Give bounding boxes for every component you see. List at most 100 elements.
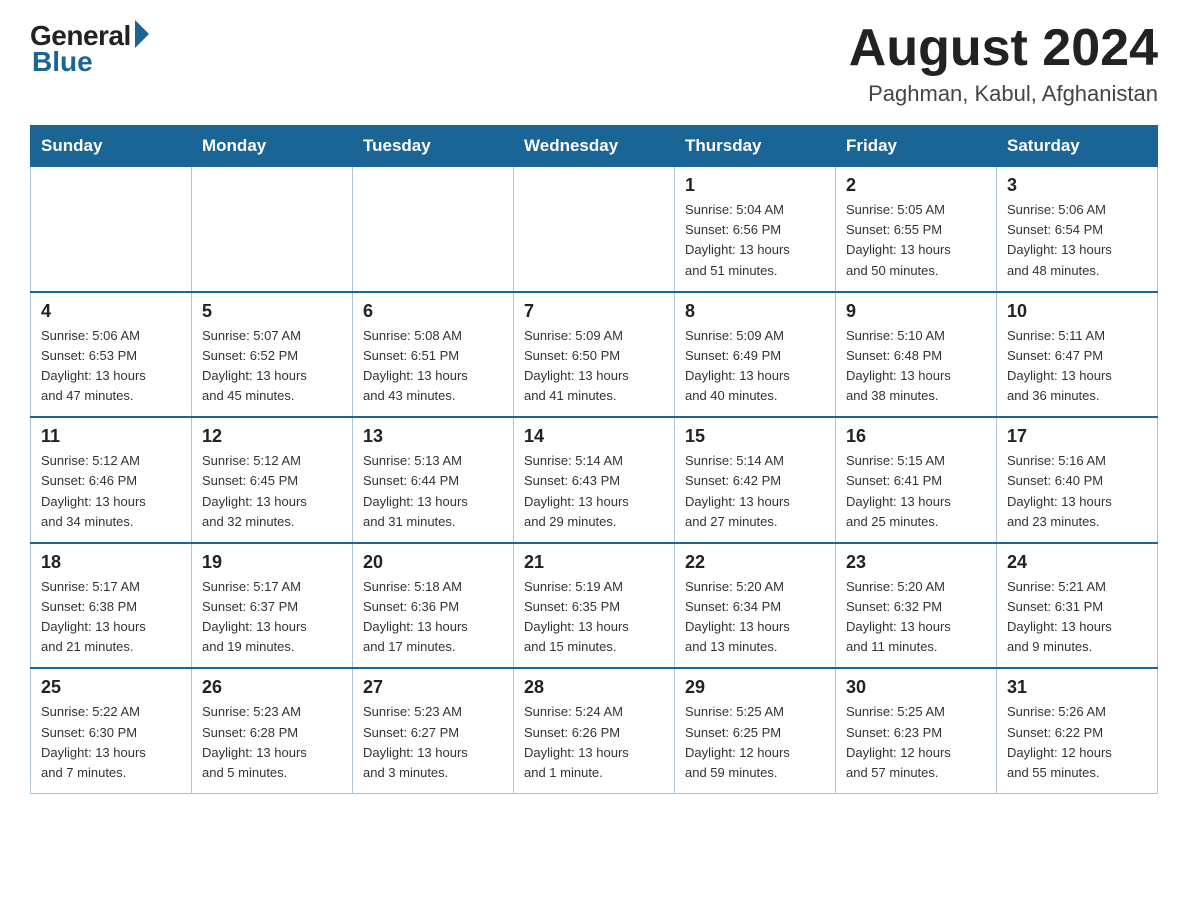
- day-info: Sunrise: 5:14 AMSunset: 6:43 PMDaylight:…: [524, 451, 664, 532]
- calendar-cell: 18 Sunrise: 5:17 AMSunset: 6:38 PMDayligh…: [31, 543, 192, 669]
- calendar-cell: [514, 167, 675, 292]
- day-info: Sunrise: 5:09 AMSunset: 6:49 PMDaylight:…: [685, 326, 825, 407]
- day-info: Sunrise: 5:23 AMSunset: 6:27 PMDaylight:…: [363, 702, 503, 783]
- calendar-cell: 17Sunrise: 5:16 AMSunset: 6:40 PMDayligh…: [997, 417, 1158, 543]
- day-info: Sunrise: 5:19 AMSunset: 6:35 PMDaylight:…: [524, 577, 664, 658]
- day-number: 18: [41, 552, 181, 573]
- calendar-cell: 31 Sunrise: 5:26 AMSunset: 6:22 PMDayligh…: [997, 668, 1158, 793]
- calendar-cell: 10 Sunrise: 5:11 AMSunset: 6:47 PMDayligh…: [997, 292, 1158, 418]
- day-number: 14: [524, 426, 664, 447]
- weekday-header-wednesday: Wednesday: [514, 126, 675, 167]
- calendar-cell: 30 Sunrise: 5:25 AMSunset: 6:23 PMDayligh…: [836, 668, 997, 793]
- day-info: Sunrise: 5:08 AMSunset: 6:51 PMDaylight:…: [363, 326, 503, 407]
- day-info: Sunrise: 5:15 AMSunset: 6:41 PMDaylight:…: [846, 451, 986, 532]
- calendar-cell: 2Sunrise: 5:05 AMSunset: 6:55 PMDaylight…: [836, 167, 997, 292]
- day-info: Sunrise: 5:22 AMSunset: 6:30 PMDaylight:…: [41, 702, 181, 783]
- day-number: 8: [685, 301, 825, 322]
- weekday-header-sunday: Sunday: [31, 126, 192, 167]
- calendar-cell: 16Sunrise: 5:15 AMSunset: 6:41 PMDayligh…: [836, 417, 997, 543]
- day-number: 28: [524, 677, 664, 698]
- day-info: Sunrise: 5:17 AMSunset: 6:37 PMDaylight:…: [202, 577, 342, 658]
- day-info: Sunrise: 5:17 AMSunset: 6:38 PMDaylight:…: [41, 577, 181, 658]
- day-info: Sunrise: 5:25 AMSunset: 6:23 PMDaylight:…: [846, 702, 986, 783]
- calendar-week-row: 11 Sunrise: 5:12 AMSunset: 6:46 PMDayligh…: [31, 417, 1158, 543]
- calendar-cell: 28Sunrise: 5:24 AMSunset: 6:26 PMDayligh…: [514, 668, 675, 793]
- calendar-cell: 26 Sunrise: 5:23 AMSunset: 6:28 PMDayligh…: [192, 668, 353, 793]
- page-header: General Blue August 2024 Paghman, Kabul,…: [30, 20, 1158, 107]
- day-info: Sunrise: 5:12 AMSunset: 6:45 PMDaylight:…: [202, 451, 342, 532]
- calendar-cell: 6 Sunrise: 5:08 AMSunset: 6:51 PMDaylight…: [353, 292, 514, 418]
- logo-triangle-icon: [135, 20, 149, 48]
- day-number: 17: [1007, 426, 1147, 447]
- day-number: 22: [685, 552, 825, 573]
- logo-blue-text: Blue: [32, 46, 93, 78]
- day-number: 23: [846, 552, 986, 573]
- day-number: 21: [524, 552, 664, 573]
- day-info: Sunrise: 5:13 AMSunset: 6:44 PMDaylight:…: [363, 451, 503, 532]
- day-number: 25: [41, 677, 181, 698]
- calendar-cell: 15 Sunrise: 5:14 AMSunset: 6:42 PMDayligh…: [675, 417, 836, 543]
- day-number: 13: [363, 426, 503, 447]
- day-number: 2: [846, 175, 986, 196]
- day-info: Sunrise: 5:07 AMSunset: 6:52 PMDaylight:…: [202, 326, 342, 407]
- day-number: 29: [685, 677, 825, 698]
- day-info: Sunrise: 5:06 AMSunset: 6:54 PMDaylight:…: [1007, 200, 1147, 281]
- calendar-cell: 24Sunrise: 5:21 AMSunset: 6:31 PMDayligh…: [997, 543, 1158, 669]
- day-number: 15: [685, 426, 825, 447]
- day-number: 7: [524, 301, 664, 322]
- calendar-cell: 23 Sunrise: 5:20 AMSunset: 6:32 PMDayligh…: [836, 543, 997, 669]
- calendar-cell: 3 Sunrise: 5:06 AMSunset: 6:54 PMDaylight…: [997, 167, 1158, 292]
- day-info: Sunrise: 5:26 AMSunset: 6:22 PMDaylight:…: [1007, 702, 1147, 783]
- weekday-header-friday: Friday: [836, 126, 997, 167]
- day-number: 3: [1007, 175, 1147, 196]
- calendar-cell: 8 Sunrise: 5:09 AMSunset: 6:49 PMDaylight…: [675, 292, 836, 418]
- location-title: Paghman, Kabul, Afghanistan: [849, 81, 1158, 107]
- day-info: Sunrise: 5:18 AMSunset: 6:36 PMDaylight:…: [363, 577, 503, 658]
- day-info: Sunrise: 5:12 AMSunset: 6:46 PMDaylight:…: [41, 451, 181, 532]
- calendar-cell: 20 Sunrise: 5:18 AMSunset: 6:36 PMDayligh…: [353, 543, 514, 669]
- calendar-week-row: 1Sunrise: 5:04 AMSunset: 6:56 PMDaylight…: [31, 167, 1158, 292]
- weekday-header-monday: Monday: [192, 126, 353, 167]
- day-number: 26: [202, 677, 342, 698]
- day-number: 5: [202, 301, 342, 322]
- day-number: 9: [846, 301, 986, 322]
- calendar-week-row: 18 Sunrise: 5:17 AMSunset: 6:38 PMDayligh…: [31, 543, 1158, 669]
- day-info: Sunrise: 5:14 AMSunset: 6:42 PMDaylight:…: [685, 451, 825, 532]
- calendar-cell: [353, 167, 514, 292]
- logo: General Blue: [30, 20, 149, 78]
- day-info: Sunrise: 5:20 AMSunset: 6:32 PMDaylight:…: [846, 577, 986, 658]
- calendar-cell: [31, 167, 192, 292]
- weekday-header-row: SundayMondayTuesdayWednesdayThursdayFrid…: [31, 126, 1158, 167]
- day-info: Sunrise: 5:20 AMSunset: 6:34 PMDaylight:…: [685, 577, 825, 658]
- day-info: Sunrise: 5:11 AMSunset: 6:47 PMDaylight:…: [1007, 326, 1147, 407]
- day-number: 19: [202, 552, 342, 573]
- weekday-header-saturday: Saturday: [997, 126, 1158, 167]
- calendar-cell: 9 Sunrise: 5:10 AMSunset: 6:48 PMDaylight…: [836, 292, 997, 418]
- month-title: August 2024: [849, 20, 1158, 77]
- weekday-header-thursday: Thursday: [675, 126, 836, 167]
- day-number: 10: [1007, 301, 1147, 322]
- day-number: 12: [202, 426, 342, 447]
- day-info: Sunrise: 5:10 AMSunset: 6:48 PMDaylight:…: [846, 326, 986, 407]
- calendar-cell: 25 Sunrise: 5:22 AMSunset: 6:30 PMDayligh…: [31, 668, 192, 793]
- day-info: Sunrise: 5:23 AMSunset: 6:28 PMDaylight:…: [202, 702, 342, 783]
- day-info: Sunrise: 5:09 AMSunset: 6:50 PMDaylight:…: [524, 326, 664, 407]
- day-number: 20: [363, 552, 503, 573]
- day-number: 27: [363, 677, 503, 698]
- calendar-cell: 1Sunrise: 5:04 AMSunset: 6:56 PMDaylight…: [675, 167, 836, 292]
- calendar-cell: 14 Sunrise: 5:14 AMSunset: 6:43 PMDayligh…: [514, 417, 675, 543]
- day-number: 30: [846, 677, 986, 698]
- weekday-header-tuesday: Tuesday: [353, 126, 514, 167]
- day-number: 4: [41, 301, 181, 322]
- calendar-week-row: 4Sunrise: 5:06 AMSunset: 6:53 PMDaylight…: [31, 292, 1158, 418]
- calendar-cell: 22 Sunrise: 5:20 AMSunset: 6:34 PMDayligh…: [675, 543, 836, 669]
- day-number: 11: [41, 426, 181, 447]
- calendar-cell: 4Sunrise: 5:06 AMSunset: 6:53 PMDaylight…: [31, 292, 192, 418]
- calendar-cell: 12 Sunrise: 5:12 AMSunset: 6:45 PMDayligh…: [192, 417, 353, 543]
- day-number: 6: [363, 301, 503, 322]
- calendar-week-row: 25 Sunrise: 5:22 AMSunset: 6:30 PMDayligh…: [31, 668, 1158, 793]
- day-number: 31: [1007, 677, 1147, 698]
- calendar-cell: 13 Sunrise: 5:13 AMSunset: 6:44 PMDayligh…: [353, 417, 514, 543]
- calendar-cell: 27 Sunrise: 5:23 AMSunset: 6:27 PMDayligh…: [353, 668, 514, 793]
- day-info: Sunrise: 5:21 AMSunset: 6:31 PMDaylight:…: [1007, 577, 1147, 658]
